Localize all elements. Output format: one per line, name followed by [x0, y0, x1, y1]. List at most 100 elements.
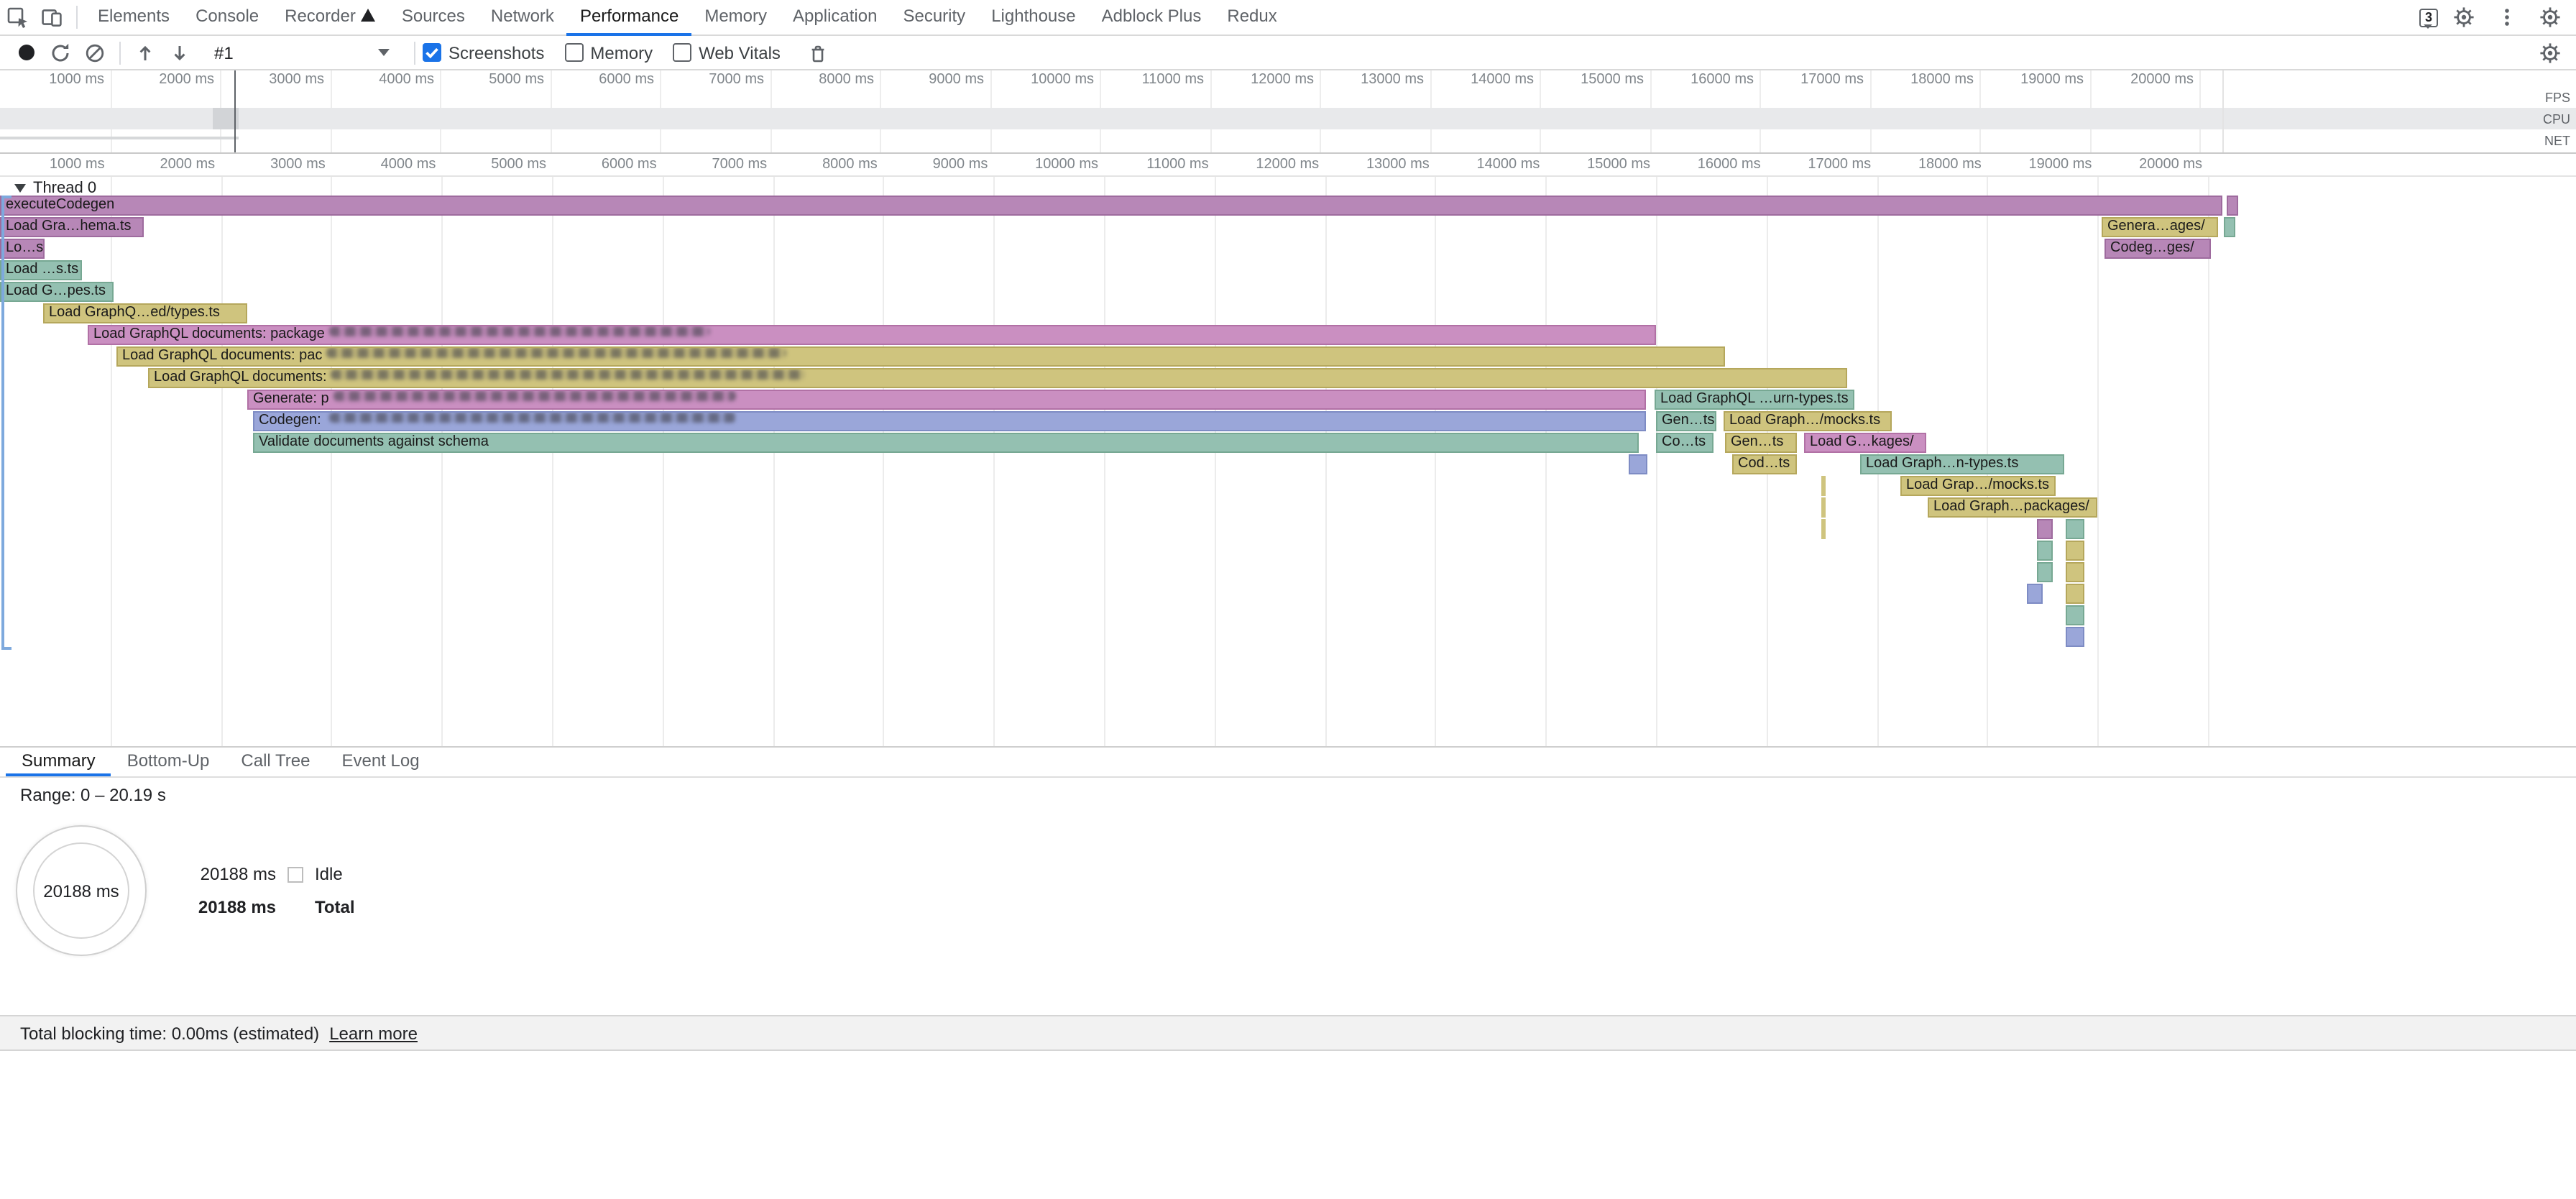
window-settings-button[interactable]	[2533, 1, 2567, 33]
performance-toolbar: #1 Screenshots Memory Web Vitals	[0, 36, 2576, 70]
redacted-text	[334, 391, 736, 401]
save-profile-button[interactable]	[162, 37, 197, 68]
capture-settings	[2533, 37, 2576, 68]
flame-bar[interactable]: Load Graph…packages/	[1928, 497, 2097, 518]
memory-checkbox[interactable]: Memory	[564, 42, 653, 63]
flame-bar[interactable]	[2066, 605, 2084, 625]
tab-redux[interactable]: Redux	[1214, 0, 1289, 35]
flame-bar[interactable]: Load GraphQL documents: package	[88, 325, 1656, 345]
flame-bar[interactable]: Validate documents against schema	[253, 433, 1639, 453]
web-vitals-checkbox[interactable]: Web Vitals	[673, 42, 781, 63]
grid-line	[111, 177, 112, 746]
flame-bar[interactable]: Load Grap…/mocks.ts	[1900, 476, 2056, 496]
tab-console[interactable]: Console	[183, 0, 272, 35]
flame-bar[interactable]: Load Gra…hema.ts	[0, 217, 144, 237]
flame-bar[interactable]: Load G…pes.ts	[0, 282, 114, 302]
flame-bar[interactable]: Gen…ts	[1656, 411, 1716, 431]
ruler-tick-label: 3000 ms	[224, 72, 324, 88]
tab-recorder[interactable]: Recorder	[272, 0, 389, 35]
flame-bar[interactable]	[1629, 454, 1647, 474]
network-activity-mark	[0, 137, 239, 139]
timeline-overview[interactable]: 1000 ms2000 ms3000 ms4000 ms5000 ms6000 …	[0, 70, 2576, 154]
tab-elements[interactable]: Elements	[85, 0, 183, 35]
grid-line	[221, 177, 222, 746]
toolbar-separator	[119, 41, 121, 64]
flame-bar[interactable]	[2066, 562, 2084, 582]
ruler-tick-label: 6000 ms	[556, 157, 657, 173]
tab-sources[interactable]: Sources	[389, 0, 478, 35]
learn-more-link[interactable]: Learn more	[329, 1023, 418, 1043]
flame-bar[interactable]: Load G…kages/	[1804, 433, 1926, 453]
flame-bar[interactable]	[2066, 584, 2084, 604]
flame-bar[interactable]: Load Graph…n-types.ts	[1860, 454, 2064, 474]
flame-bar[interactable]	[2066, 541, 2084, 561]
flame-bar[interactable]: Gen…ts	[1725, 433, 1797, 453]
flame-bar[interactable]: Genera…ages/	[2102, 217, 2218, 237]
flame-bar-label: Genera…ages/	[2107, 219, 2205, 234]
flame-bar[interactable]: Load GraphQL …urn-types.ts	[1655, 390, 1854, 410]
flame-bar[interactable]	[1821, 519, 1826, 539]
capture-settings-button[interactable]	[2533, 37, 2567, 68]
flame-bar[interactable]: Load …s.ts	[0, 260, 82, 280]
history-select[interactable]: #1	[208, 40, 395, 65]
details-tab-bottom-up[interactable]: Bottom-Up	[111, 748, 226, 776]
gear-icon	[2539, 6, 2562, 29]
tab-security[interactable]: Security	[890, 0, 978, 35]
flame-bar[interactable]: Load GraphQ…ed/types.ts	[43, 303, 247, 323]
grid-line	[663, 177, 664, 746]
flame-bar-label: Gen…ts	[1662, 413, 1714, 428]
flame-bar-label: Load GraphQL documents:	[154, 369, 327, 385]
flame-bar[interactable]: Load GraphQL documents:	[148, 368, 1847, 388]
toolbar-separator	[76, 6, 78, 29]
details-tab-event-log[interactable]: Event Log	[326, 748, 435, 776]
flame-bar[interactable]	[1821, 476, 1826, 496]
flame-bar[interactable]	[2224, 217, 2235, 237]
tab-adblock-plus[interactable]: Adblock Plus	[1089, 0, 1215, 35]
reload-and-record-button[interactable]	[43, 37, 78, 68]
flame-bar[interactable]	[2066, 519, 2084, 539]
device-toolbar-button[interactable]	[34, 1, 69, 33]
tab-network[interactable]: Network	[478, 0, 567, 35]
flame-bar[interactable]: Load Graph…/mocks.ts	[1724, 411, 1892, 431]
flame-bar[interactable]	[2027, 584, 2043, 604]
tab-performance[interactable]: Performance	[567, 0, 691, 35]
clear-button[interactable]	[78, 37, 112, 68]
load-profile-button[interactable]	[128, 37, 162, 68]
flame-bar[interactable]: Load GraphQL documents: pac	[116, 346, 1725, 367]
tabbar-right-actions: 3	[2419, 1, 2576, 33]
flame-bar[interactable]: executeCodegen	[0, 196, 2222, 216]
idle-color-swatch	[288, 866, 303, 882]
details-tab-summary[interactable]: Summary	[6, 748, 111, 776]
inspect-element-button[interactable]	[0, 1, 34, 33]
details-tabbar: SummaryBottom-UpCall TreeEvent Log	[0, 746, 2576, 778]
flame-bar[interactable]: Co…ts	[1656, 433, 1714, 453]
settings-button[interactable]	[2447, 1, 2481, 33]
flame-bar[interactable]	[2066, 627, 2084, 647]
delete-recording-button[interactable]	[801, 37, 835, 68]
flame-bar-label: executeCodegen	[6, 197, 114, 213]
flame-bar[interactable]	[2037, 541, 2053, 561]
tab-application[interactable]: Application	[780, 0, 890, 35]
flame-bar[interactable]: Generate: p	[247, 390, 1646, 410]
ruler-tick-label: 3000 ms	[225, 157, 326, 173]
donut-total-label: 20188 ms	[17, 827, 145, 955]
ruler-tick-label: 19000 ms	[1983, 72, 2084, 88]
flame-bar[interactable]: Codegen:	[253, 411, 1646, 431]
flame-bar[interactable]	[2227, 196, 2238, 216]
ruler-tick-label: 16000 ms	[1653, 72, 1754, 88]
tab-lighthouse[interactable]: Lighthouse	[978, 0, 1088, 35]
flame-bar[interactable]: Codeg…ges/	[2104, 239, 2211, 259]
thread-header[interactable]: Thread 0	[14, 178, 96, 197]
ruler-tick-label: 11000 ms	[1103, 72, 1204, 88]
tab-memory[interactable]: Memory	[691, 0, 780, 35]
details-tab-call-tree[interactable]: Call Tree	[225, 748, 326, 776]
flame-bar[interactable]: Cod…ts	[1732, 454, 1797, 474]
flame-bar[interactable]	[2037, 519, 2053, 539]
more-options-button[interactable]	[2490, 1, 2524, 33]
record-button[interactable]	[9, 37, 43, 68]
flame-bar[interactable]	[2037, 562, 2053, 582]
flame-chart[interactable]: 1000 ms2000 ms3000 ms4000 ms5000 ms6000 …	[0, 154, 2576, 746]
messages-badge[interactable]: 3	[2419, 8, 2438, 27]
flame-bar[interactable]	[1821, 497, 1826, 518]
screenshots-checkbox[interactable]: Screenshots	[423, 42, 544, 63]
